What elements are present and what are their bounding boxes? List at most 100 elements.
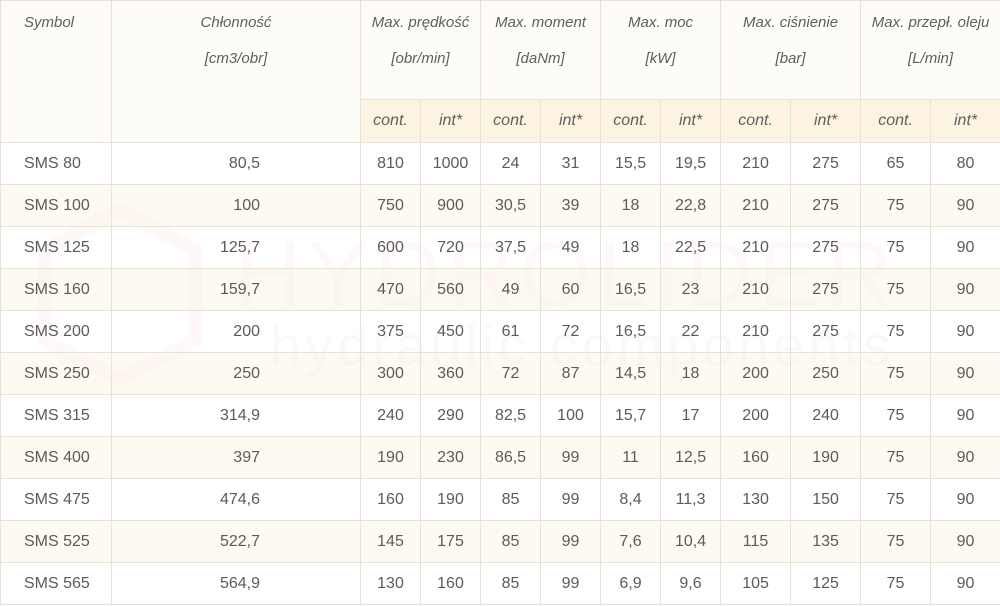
value-cell: 90	[930, 562, 1000, 605]
table-row: SMS 315 314,9 240 290 82,5 100 15,7 17 200 240 75 9…	[0, 394, 1000, 437]
value-cell: 60	[540, 268, 602, 311]
value-cell: 22	[660, 310, 722, 353]
chlonnosc-cell: 522,7	[111, 520, 361, 563]
value-cell: 15,7	[600, 394, 662, 437]
value-cell: 99	[540, 436, 602, 479]
value-cell: 99	[540, 478, 602, 521]
header-max-speed: Max. prędkość [obr/min]	[359, 0, 482, 100]
value-cell: 90	[930, 184, 1000, 227]
value-cell: 190	[419, 478, 482, 521]
value-cell: 810	[360, 142, 421, 185]
value-cell: 300	[360, 352, 421, 395]
value-cell: 12,5	[660, 436, 722, 479]
value-cell: 100	[540, 394, 602, 437]
value-cell: 125	[790, 562, 862, 605]
value-cell: 37,5	[480, 226, 542, 269]
value-cell: 75	[860, 436, 932, 479]
value-cell: 22,5	[660, 226, 722, 269]
value-cell: 87	[540, 352, 602, 395]
value-cell: 115	[720, 520, 792, 563]
value-cell: 16,5	[600, 310, 662, 353]
value-cell: 23	[660, 268, 722, 311]
value-cell: 82,5	[480, 394, 542, 437]
value-cell: 86,5	[480, 436, 542, 479]
value-cell: 130	[360, 562, 421, 605]
value-cell: 18	[660, 352, 722, 395]
value-cell: 360	[419, 352, 482, 395]
value-cell: 85	[480, 562, 542, 605]
value-cell: 210	[720, 184, 792, 227]
value-cell: 90	[930, 520, 1000, 563]
header-row: Symbol Chłonność [cm3/obr] Max. prędkość…	[0, 0, 1000, 143]
value-cell: 90	[930, 478, 1000, 521]
value-cell: 560	[419, 268, 482, 311]
table-row: SMS 200 200 375 450 61 72 16,5 22 210 275 75 90	[0, 310, 1000, 353]
value-cell: 75	[860, 478, 932, 521]
header-chlonnosc: Chłonność [cm3/obr]	[111, 0, 361, 143]
value-cell: 210	[720, 310, 792, 353]
value-cell: 375	[360, 310, 421, 353]
header-max-power: Max. moc [kW]	[600, 0, 722, 100]
value-cell: 470	[360, 268, 421, 311]
value-cell: 18	[600, 184, 662, 227]
value-cell: 7,6	[600, 520, 662, 563]
symbol-cell: SMS 250	[0, 352, 112, 395]
value-cell: 99	[540, 520, 602, 563]
value-cell: 160	[419, 562, 482, 605]
value-cell: 200	[720, 352, 792, 395]
table-row: SMS 565 564,9 130 160 85 99 6,9 9,6 105 125 75 90	[0, 562, 1000, 605]
value-cell: 85	[480, 478, 542, 521]
value-cell: 90	[930, 436, 1000, 479]
table-row: SMS 160 159,7 470 560 49 60 16,5 23 210 275 75 90	[0, 268, 1000, 311]
motor-spec-table: Symbol Chłonność [cm3/obr] Max. prędkość…	[0, 0, 1000, 605]
value-cell: 210	[720, 142, 792, 185]
value-cell: 150	[790, 478, 862, 521]
value-cell: 85	[480, 520, 542, 563]
value-cell: 275	[790, 226, 862, 269]
value-cell: 160	[720, 436, 792, 479]
value-cell: 290	[419, 394, 482, 437]
spec-table-page: HYDROLIDER hydraulic components Symbol C…	[0, 0, 1000, 606]
value-cell: 17	[660, 394, 722, 437]
value-cell: 190	[360, 436, 421, 479]
value-cell: 19,5	[660, 142, 722, 185]
value-cell: 135	[790, 520, 862, 563]
value-cell: 190	[790, 436, 862, 479]
symbol-cell: SMS 315	[0, 394, 112, 437]
value-cell: 105	[720, 562, 792, 605]
chlonnosc-cell: 125,7	[111, 226, 361, 269]
value-cell: 240	[790, 394, 862, 437]
subheader-cell: cont.	[480, 99, 542, 143]
subheader-cell: int*	[540, 99, 602, 143]
value-cell: 145	[360, 520, 421, 563]
table-row: SMS 100 100 750 900 30,5 39 18 22,8 210 275 75 90	[0, 184, 1000, 227]
value-cell: 75	[860, 352, 932, 395]
value-cell: 6,9	[600, 562, 662, 605]
value-cell: 75	[860, 562, 932, 605]
chlonnosc-cell: 200	[111, 310, 361, 353]
value-cell: 75	[860, 226, 932, 269]
header-max-torque: Max. moment [daNm]	[480, 0, 602, 100]
value-cell: 210	[720, 226, 792, 269]
value-cell: 275	[790, 310, 862, 353]
value-cell: 900	[419, 184, 482, 227]
symbol-cell: SMS 80	[0, 142, 112, 185]
chlonnosc-cell: 159,7	[111, 268, 361, 311]
chlonnosc-cell: 250	[111, 352, 361, 395]
value-cell: 72	[480, 352, 542, 395]
value-cell: 18	[600, 226, 662, 269]
header-max-pressure: Max. ciśnienie [bar]	[720, 0, 862, 100]
value-cell: 11	[600, 436, 662, 479]
chlonnosc-cell: 474,6	[111, 478, 361, 521]
value-cell: 75	[860, 268, 932, 311]
header-max-oil-flow: Max. przepł. oleju [L/min]	[860, 0, 1000, 100]
subheader-cell: cont.	[360, 99, 421, 143]
symbol-cell: SMS 400	[0, 436, 112, 479]
subheader-cell: cont.	[600, 99, 662, 143]
value-cell: 230	[419, 436, 482, 479]
value-cell: 72	[540, 310, 602, 353]
symbol-cell: SMS 160	[0, 268, 112, 311]
subheader-cell: int*	[660, 99, 722, 143]
value-cell: 14,5	[600, 352, 662, 395]
value-cell: 99	[540, 562, 602, 605]
